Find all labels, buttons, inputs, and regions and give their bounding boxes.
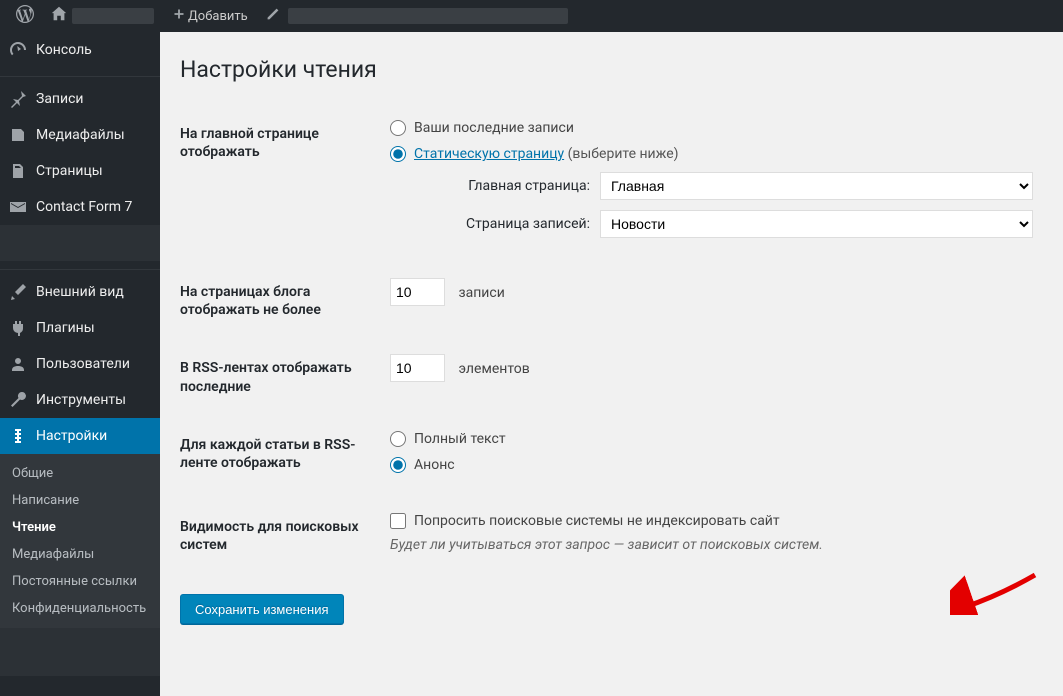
sidebar-item-label: Пользователи	[36, 356, 130, 372]
radio-static-page-link[interactable]: Статическую страницу	[414, 146, 564, 162]
sidebar-item-label: Contact Form 7	[36, 199, 132, 215]
radio-summary[interactable]	[390, 457, 406, 473]
sidebar-item-label: Консоль	[36, 42, 92, 58]
reading-settings-form: На главной странице отображать Ваши посл…	[180, 105, 1043, 574]
discourage-search-checkbox[interactable]	[390, 513, 406, 529]
sidebar-item-label: Плагины	[36, 320, 95, 336]
home-page-select-label: Главная страница:	[420, 178, 590, 194]
radio-latest-posts[interactable]	[390, 120, 406, 136]
submenu-item-reading[interactable]: Чтение	[0, 514, 160, 541]
sidebar-item-cf7[interactable]: Contact Form 7	[0, 189, 160, 225]
radio-summary-label[interactable]: Анонс	[414, 457, 455, 473]
sidebar-item-dashboard[interactable]: Консоль	[0, 32, 160, 68]
sidebar-item-pages[interactable]: Страницы	[0, 153, 160, 189]
edit-icon	[264, 5, 282, 27]
sidebar-item-label: Инструменты	[36, 392, 126, 408]
sidebar-item-settings[interactable]: Настройки	[0, 418, 160, 454]
sidebar-item-posts[interactable]: Записи	[0, 81, 160, 117]
sidebar-item-label: Записи	[36, 91, 84, 107]
toolbar-extra-redacted	[288, 8, 568, 24]
front-page-label: На главной странице отображать	[180, 105, 380, 263]
submenu-item-media[interactable]: Медиафайлы	[0, 541, 160, 568]
radio-static-page[interactable]	[390, 146, 406, 162]
submenu-item-permalinks[interactable]: Постоянные ссылки	[0, 568, 160, 595]
wordpress-icon	[16, 5, 34, 27]
page-title: Настройки чтения	[180, 56, 1043, 83]
blog-posts-label: На страницах блога отображать не более	[180, 263, 380, 339]
media-icon	[8, 125, 28, 145]
submenu-item-general[interactable]: Общие	[0, 460, 160, 487]
dashboard-icon	[8, 40, 28, 60]
toolbar-extra[interactable]	[256, 0, 576, 32]
posts-page-select[interactable]: Новости	[600, 210, 1033, 238]
tools-icon	[8, 390, 28, 410]
home-icon	[50, 5, 68, 27]
rss-posts-label: В RSS-лентах отображать последние	[180, 339, 380, 415]
radio-static-page-label[interactable]: Статическую страницу (выберите ниже)	[414, 146, 679, 162]
sidebar-item-label: Страницы	[36, 163, 103, 179]
plus-icon	[170, 5, 188, 27]
admin-toolbar: Добавить	[0, 0, 1063, 32]
users-icon	[8, 354, 28, 374]
wp-logo[interactable]	[8, 0, 42, 32]
pin-icon	[8, 89, 28, 109]
rss-posts-input[interactable]	[390, 354, 445, 382]
blog-posts-input[interactable]	[390, 278, 445, 306]
plugin-icon	[8, 318, 28, 338]
new-content[interactable]: Добавить	[162, 0, 256, 32]
sidebar-item-appearance[interactable]: Внешний вид	[0, 274, 160, 310]
posts-page-select-label: Страница записей:	[420, 216, 590, 232]
visibility-label: Видимость для поисковых систем	[180, 498, 380, 574]
settings-submenu: Общие Написание Чтение Медиафайлы Постоя…	[0, 454, 160, 628]
admin-sidebar: Консоль Записи Медиафайлы Страницы Conta…	[0, 32, 160, 696]
sidebar-item-label: Настройки	[36, 428, 107, 444]
sidebar-item-redacted	[0, 628, 160, 676]
sidebar-item-redacted	[0, 225, 160, 261]
site-name-redacted	[72, 8, 154, 24]
home-page-select[interactable]: Главная	[600, 172, 1033, 200]
radio-static-page-hint: (выберите ниже)	[568, 146, 679, 162]
main-content: Настройки чтения На главной странице ото…	[160, 32, 1063, 696]
discourage-search-label[interactable]: Попросить поисковые системы не индексиро…	[414, 513, 780, 529]
settings-icon	[8, 426, 28, 446]
sidebar-item-media[interactable]: Медиафайлы	[0, 117, 160, 153]
submenu-item-writing[interactable]: Написание	[0, 487, 160, 514]
brush-icon	[8, 282, 28, 302]
visibility-description: Будет ли учитываться этот запрос — завис…	[390, 537, 1033, 553]
blog-posts-unit: записи	[458, 285, 504, 301]
submenu-item-privacy[interactable]: Конфиденциальность	[0, 595, 160, 622]
rss-type-label: Для каждой статьи в RSS-ленте отображать	[180, 416, 380, 498]
new-content-label: Добавить	[188, 9, 248, 24]
save-button[interactable]: Сохранить изменения	[180, 594, 344, 624]
radio-full-text[interactable]	[390, 431, 406, 447]
radio-latest-posts-label[interactable]: Ваши последние записи	[414, 120, 574, 136]
menu-separator	[0, 265, 160, 270]
site-home[interactable]	[42, 0, 162, 32]
sidebar-item-tools[interactable]: Инструменты	[0, 382, 160, 418]
sidebar-item-users[interactable]: Пользователи	[0, 346, 160, 382]
sidebar-item-label: Внешний вид	[36, 284, 124, 300]
sidebar-item-plugins[interactable]: Плагины	[0, 310, 160, 346]
rss-posts-unit: элементов	[458, 361, 529, 377]
menu-separator	[0, 72, 160, 77]
sidebar-item-label: Медиафайлы	[36, 127, 125, 143]
pages-icon	[8, 161, 28, 181]
radio-full-text-label[interactable]: Полный текст	[414, 431, 506, 447]
mail-icon	[8, 197, 28, 217]
